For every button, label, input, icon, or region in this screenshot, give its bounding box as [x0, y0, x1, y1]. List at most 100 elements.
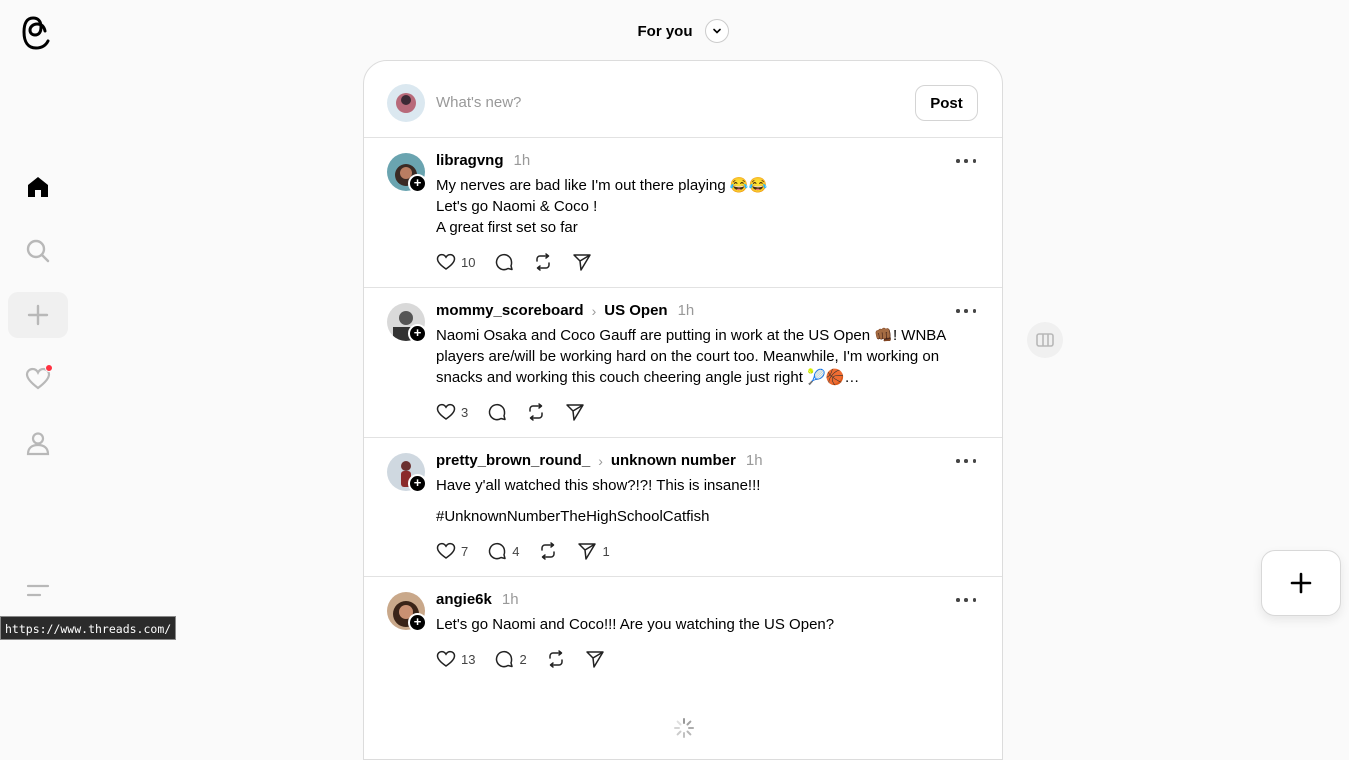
like-button[interactable]: 3 — [436, 402, 468, 422]
repost-button[interactable] — [546, 649, 566, 669]
repost-icon — [536, 253, 551, 271]
topic-separator-icon: › — [591, 302, 597, 319]
comment-icon — [489, 542, 506, 560]
post-item[interactable]: + pretty_brown_round_ › unknown number 1… — [364, 438, 1002, 577]
heart-icon — [436, 253, 456, 270]
repost-icon — [541, 542, 556, 560]
post-avatar[interactable]: + — [387, 153, 427, 193]
post-actions: 10 — [436, 252, 611, 272]
more-options-icon[interactable] — [956, 304, 976, 318]
post-time: 1h — [677, 302, 695, 319]
columns-icon — [1036, 333, 1054, 347]
threads-logo-icon[interactable] — [22, 15, 54, 51]
post-item[interactable]: + libragvng 1h My nerves are bad like I'… — [364, 138, 1002, 288]
share-button[interactable] — [565, 402, 585, 422]
post-time: 1h — [513, 152, 531, 169]
post-item[interactable]: + angie6k 1h Let's go Naomi and Coco!!! … — [364, 577, 1002, 707]
nav-create[interactable] — [8, 292, 68, 338]
composer: What's new? Post — [364, 61, 1002, 138]
username[interactable]: angie6k — [436, 591, 492, 608]
topic-tag[interactable]: US Open — [604, 302, 667, 319]
topic-separator-icon: › — [598, 452, 603, 469]
nav-profile[interactable] — [8, 420, 68, 466]
share-button[interactable] — [585, 649, 605, 669]
search-icon — [26, 239, 50, 263]
reply-button[interactable]: 4 — [487, 541, 519, 561]
post-actions: 13 2 — [436, 649, 624, 669]
add-column-button[interactable] — [1027, 322, 1063, 358]
post-line: Let's go Naomi and Coco!!! Are you watch… — [436, 616, 835, 633]
plus-icon — [27, 304, 49, 326]
reply-button[interactable]: 2 — [494, 649, 527, 669]
share-button[interactable]: 1 — [577, 541, 610, 561]
feed-header: For you — [363, 16, 1003, 46]
heart-icon — [436, 403, 456, 420]
comment-icon — [496, 650, 514, 668]
like-button[interactable]: 10 — [436, 252, 475, 272]
post-header: libragvng 1h — [436, 152, 530, 169]
send-icon — [573, 254, 592, 271]
post-text: Have y'all watched this show?!?! This is… — [436, 475, 966, 527]
post-text: My nerves are bad like I'm out there pla… — [436, 175, 966, 238]
like-count: 10 — [461, 254, 476, 270]
nav-activity[interactable] — [8, 356, 68, 402]
follow-button[interactable]: + — [408, 174, 427, 193]
more-options-icon[interactable] — [956, 154, 976, 168]
post-item[interactable]: + mommy_scoreboard › US Open 1h Naomi Os… — [364, 288, 1002, 438]
like-count: 3 — [461, 404, 469, 420]
reply-count: 4 — [512, 543, 520, 559]
plus-icon — [1290, 572, 1312, 594]
post-actions: 7 4 1 — [436, 541, 629, 561]
repost-icon — [548, 650, 563, 668]
post-line: A great first set so far — [436, 219, 578, 236]
follow-button[interactable]: + — [408, 474, 427, 493]
reply-button[interactable] — [487, 402, 507, 422]
post-header: pretty_brown_round_ › unknown number 1h — [436, 452, 763, 469]
heart-icon — [436, 542, 456, 559]
comment-icon — [489, 403, 506, 421]
post-line: Naomi Osaka and Coco Gauff are putting i… — [436, 327, 946, 386]
repost-button[interactable] — [533, 252, 553, 272]
share-button[interactable] — [572, 252, 592, 272]
post-avatar[interactable]: + — [387, 453, 427, 493]
post-avatar[interactable]: + — [387, 303, 427, 343]
like-button[interactable]: 13 — [436, 649, 475, 669]
repost-button[interactable] — [538, 541, 558, 561]
post-text: Let's go Naomi and Coco!!! Are you watch… — [436, 614, 966, 635]
post-button[interactable]: Post — [915, 85, 978, 121]
hashtag-link[interactable]: #UnknownNumberTheHighSchoolCatfish — [436, 506, 966, 527]
reply-button[interactable] — [494, 252, 514, 272]
composer-input[interactable]: What's new? — [436, 94, 521, 111]
post-time: 1h — [745, 452, 763, 469]
username[interactable]: libragvng — [436, 152, 504, 169]
username[interactable]: mommy_scoreboard — [436, 302, 584, 319]
follow-button[interactable]: + — [408, 613, 427, 632]
nav-home[interactable] — [8, 164, 68, 210]
nav-search[interactable] — [8, 228, 68, 274]
like-button[interactable]: 7 — [436, 541, 468, 561]
status-url-tooltip: https://www.threads.com/ — [0, 616, 177, 640]
post-line: Let's go Naomi & Coco ! — [436, 198, 598, 215]
more-options-icon[interactable] — [956, 454, 976, 468]
floating-create-button[interactable] — [1261, 550, 1341, 616]
composer-avatar[interactable] — [387, 84, 425, 122]
feed-title: For you — [637, 22, 693, 40]
post-actions: 3 — [436, 402, 604, 422]
feed-switcher-button[interactable] — [704, 19, 729, 43]
username[interactable]: pretty_brown_round_ — [436, 452, 590, 469]
post-avatar[interactable]: + — [387, 592, 427, 632]
follow-button[interactable]: + — [408, 324, 427, 343]
profile-icon — [26, 432, 50, 456]
repost-button[interactable] — [526, 402, 546, 422]
share-count: 1 — [602, 543, 610, 559]
send-icon — [585, 651, 604, 668]
menu-icon[interactable] — [26, 583, 52, 603]
comment-icon — [496, 253, 514, 271]
post-header: mommy_scoreboard › US Open 1h — [436, 302, 694, 319]
post-text: Naomi Osaka and Coco Gauff are putting i… — [436, 325, 966, 388]
heart-icon — [436, 650, 456, 667]
repost-icon — [529, 403, 543, 421]
notification-badge — [45, 364, 53, 372]
more-options-icon[interactable] — [956, 593, 976, 607]
topic-tag[interactable]: unknown number — [611, 452, 736, 469]
